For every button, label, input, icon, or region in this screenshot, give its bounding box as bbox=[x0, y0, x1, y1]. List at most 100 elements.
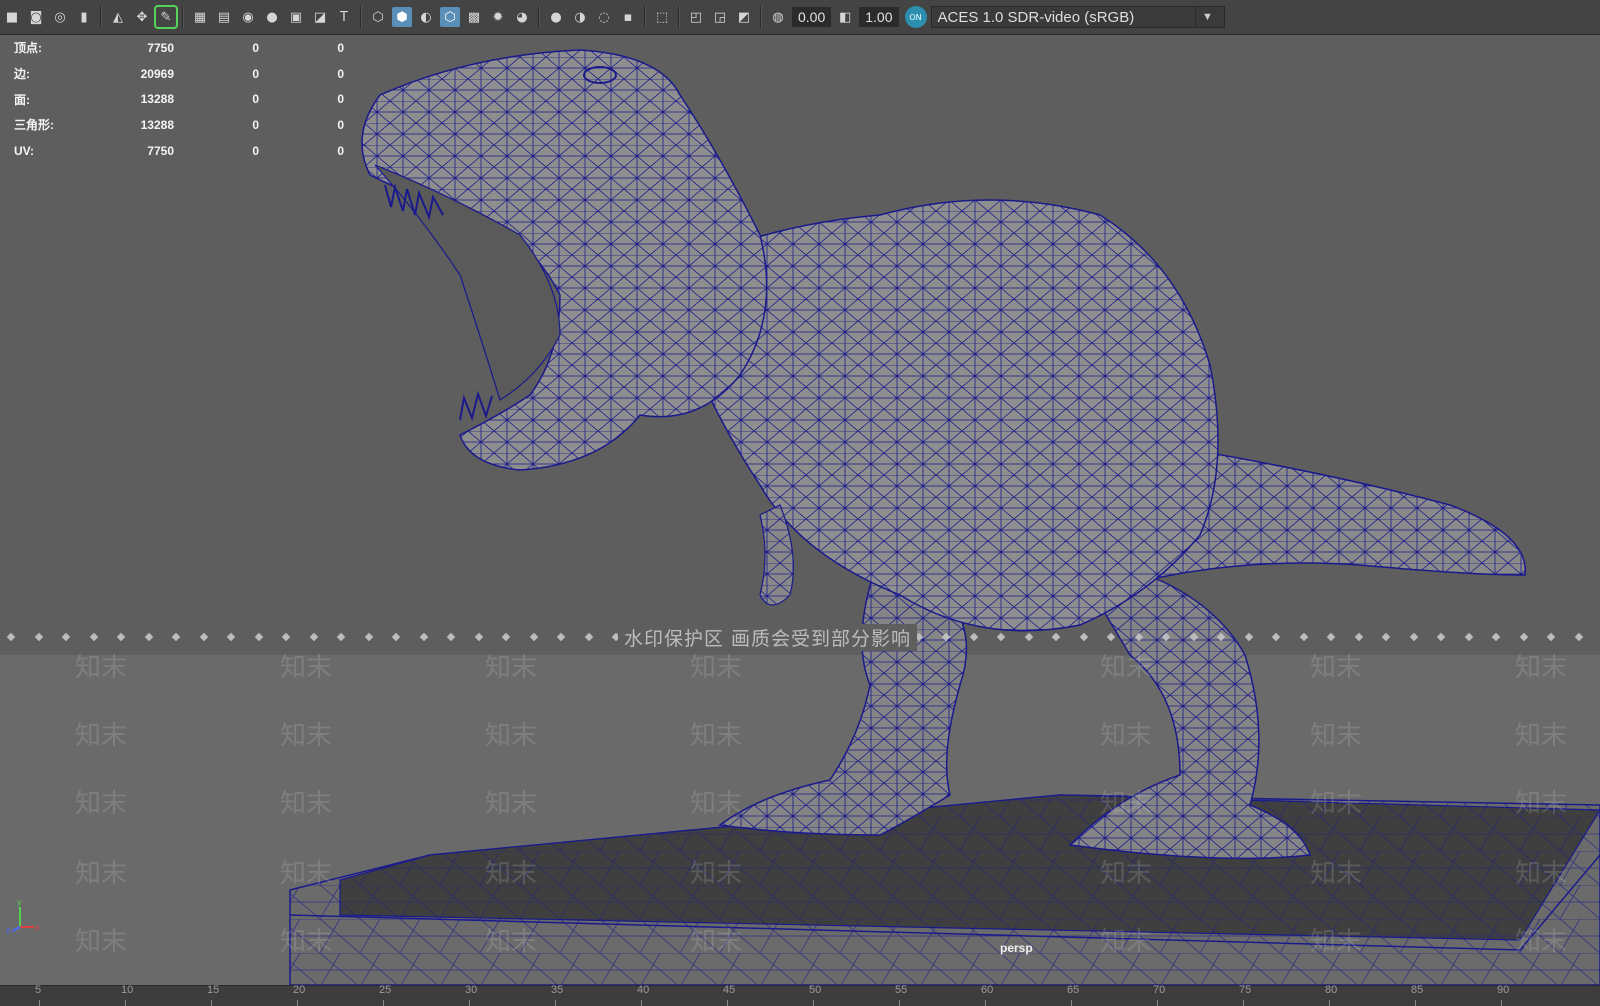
watermark-dot bbox=[1326, 632, 1336, 642]
trex-wireframe-model[interactable] bbox=[0, 35, 1600, 985]
toolbar-separator bbox=[760, 6, 762, 28]
watermark-band: 水印保护区 画质会受到部分影响 bbox=[0, 624, 1600, 651]
timeline-tick-label: 90 bbox=[1497, 984, 1510, 996]
hud-value: 0 bbox=[337, 92, 344, 107]
gate-mask-icon[interactable]: ● bbox=[262, 7, 282, 27]
watermark-mark: 知末 bbox=[1100, 653, 1153, 683]
motion-blur-icon[interactable]: ◑ bbox=[570, 7, 590, 27]
watermark-mark: 知末 bbox=[280, 789, 333, 819]
anti-aliasing-icon[interactable]: ◌ bbox=[594, 7, 614, 27]
hud-value: 13288 bbox=[140, 92, 174, 107]
hud-row-triangles: 三角形: 13288 0 0 bbox=[14, 112, 344, 138]
watermark-dot bbox=[391, 632, 401, 642]
bookmark-icon[interactable]: ▮ bbox=[74, 7, 94, 27]
hud-row-faces: 面: 13288 0 0 bbox=[14, 86, 344, 112]
axis-z-label: z bbox=[6, 926, 10, 935]
default-material-icon[interactable]: ◐ bbox=[416, 7, 436, 27]
smooth-shade-icon[interactable]: ⬢ bbox=[392, 7, 412, 27]
film-gate-icon[interactable]: ▤ bbox=[214, 7, 234, 27]
depth-of-field-icon[interactable]: ▪ bbox=[618, 7, 638, 27]
timeline-tick-label: 5 bbox=[35, 984, 42, 996]
watermark-mark: 知末 bbox=[1100, 789, 1153, 819]
watermark-mark: 知末 bbox=[75, 789, 128, 819]
wireframe-on-shaded-icon[interactable]: ⬡ bbox=[440, 7, 460, 27]
watermark-mark: 知末 bbox=[1310, 859, 1363, 889]
timeline-tick bbox=[813, 1000, 814, 1006]
gamma-icon[interactable]: ◧ bbox=[835, 7, 855, 27]
grease-pencil-icon[interactable]: ✎ bbox=[154, 5, 178, 29]
watermark-dot bbox=[941, 632, 951, 642]
watermark-dot bbox=[584, 632, 593, 642]
xray-icon[interactable]: ◰ bbox=[686, 7, 706, 27]
wireframe-icon[interactable]: ⬡ bbox=[368, 7, 388, 27]
field-chart-icon[interactable]: ▣ bbox=[286, 7, 306, 27]
watermark-mark: 知末 bbox=[1515, 721, 1568, 751]
use-all-lights-icon[interactable]: ✹ bbox=[488, 7, 508, 27]
watermark-mark: 知末 bbox=[485, 789, 538, 819]
watermark-dot bbox=[1134, 632, 1143, 642]
hud-value: 0 bbox=[337, 40, 344, 55]
2d-pan-zoom-icon[interactable]: ✥ bbox=[132, 7, 152, 27]
image-plane-icon[interactable]: ◭ bbox=[108, 7, 128, 27]
timeline-tick bbox=[1501, 1000, 1502, 1006]
hud-label: 边: bbox=[14, 67, 30, 82]
watermark-dot bbox=[6, 632, 16, 642]
timeline-tick-label: 25 bbox=[379, 984, 392, 996]
watermark-mark: 知末 bbox=[1310, 721, 1363, 751]
timeline-tick-label: 40 bbox=[637, 984, 650, 996]
watermark-dot bbox=[199, 632, 208, 642]
watermark-dot bbox=[1519, 632, 1528, 642]
watermark-dot bbox=[34, 632, 43, 642]
screen-space-ao-icon[interactable]: ● bbox=[546, 7, 566, 27]
watermark-mark: 知末 bbox=[280, 721, 333, 751]
exposure-icon[interactable]: ◍ bbox=[768, 7, 788, 27]
hud-value: 20969 bbox=[140, 66, 174, 81]
isolate-select-icon[interactable]: ⬚ bbox=[652, 7, 672, 27]
watermark-dot bbox=[89, 632, 98, 642]
resolution-gate-icon[interactable]: ◉ bbox=[238, 7, 258, 27]
watermark-dot bbox=[1079, 632, 1088, 642]
hud-value: 0 bbox=[337, 143, 344, 158]
watermark-dot bbox=[1574, 632, 1583, 642]
watermark-mark: 知末 bbox=[690, 789, 743, 819]
watermark-dot bbox=[1244, 632, 1253, 642]
grid-icon[interactable]: ▦ bbox=[190, 7, 210, 27]
watermark-dot bbox=[144, 632, 153, 642]
watermark-mark: 知末 bbox=[280, 653, 333, 683]
watermark-dot bbox=[1354, 632, 1363, 642]
watermark-dot bbox=[1436, 632, 1446, 642]
xray-active-components-icon[interactable]: ◲ bbox=[710, 7, 730, 27]
watermark-dot bbox=[1051, 632, 1061, 642]
watermark-mark: 知末 bbox=[1515, 859, 1568, 889]
watermark-dot bbox=[1299, 632, 1308, 642]
chevron-down-icon[interactable]: ▼ bbox=[1194, 7, 1220, 27]
watermark-mark: 知末 bbox=[690, 859, 743, 889]
timeline-tick bbox=[125, 1000, 126, 1006]
timeline-tick bbox=[1243, 1000, 1244, 1006]
camera-attr-icon[interactable]: ◙ bbox=[26, 7, 46, 27]
watermark-mark: 知末 bbox=[280, 859, 333, 889]
color-management-toggle[interactable]: ON bbox=[904, 6, 927, 28]
bookmark-camera-icon[interactable]: ◎ bbox=[50, 7, 70, 27]
hud-row-uvs: UV: 7750 0 0 bbox=[14, 138, 344, 164]
watermark-dot bbox=[501, 632, 511, 642]
timeline-tick-label: 15 bbox=[207, 984, 220, 996]
watermark-dot bbox=[1106, 632, 1116, 642]
gamma-field[interactable]: 1.00 bbox=[859, 7, 899, 27]
textured-icon[interactable]: ▩ bbox=[464, 7, 484, 27]
watermark-dot bbox=[309, 632, 318, 642]
3d-viewport[interactable]: 顶点: 7750 0 0 边: 20969 0 0 面: 13288 0 0 三… bbox=[0, 35, 1600, 985]
hud-value: 0 bbox=[252, 143, 259, 158]
watermark-mark: 知末 bbox=[1515, 653, 1568, 683]
timeline-tick-label: 50 bbox=[809, 984, 822, 996]
color-space-dropdown[interactable]: ACES 1.0 SDR-video (sRGB) ▼ bbox=[930, 6, 1225, 28]
hud-value: 0 bbox=[337, 66, 344, 81]
safe-title-icon[interactable]: T bbox=[334, 7, 354, 27]
shadows-icon[interactable]: ◕ bbox=[512, 7, 532, 27]
xray-joints-icon[interactable]: ◩ bbox=[734, 7, 754, 27]
watermark-mark: 知末 bbox=[1515, 927, 1568, 957]
safe-action-icon[interactable]: ◪ bbox=[310, 7, 330, 27]
exposure-field[interactable]: 0.00 bbox=[792, 7, 832, 27]
camera-icon[interactable]: ■ bbox=[2, 7, 22, 27]
time-slider[interactable]: 5 10 15 20 25 30 35 40 45 50 55 60 65 70 75 80 85 90 bbox=[0, 984, 1600, 1006]
